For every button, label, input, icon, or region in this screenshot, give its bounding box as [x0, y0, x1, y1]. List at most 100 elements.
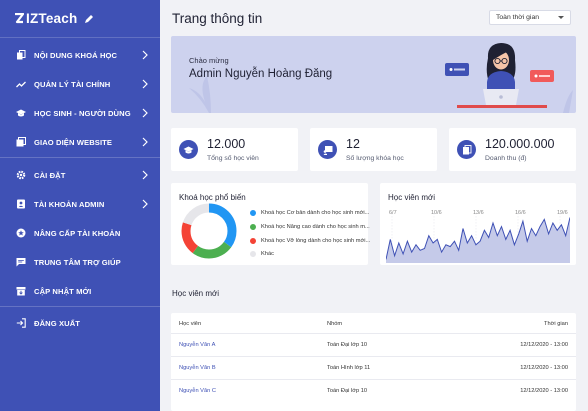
student-group: Toán Đại lớp 10 — [327, 388, 368, 394]
new-students-chart-title: Học viên mới — [388, 193, 436, 202]
document-icon — [462, 144, 471, 154]
legend-item: Khoá học Vỡ lòng dành cho học sinh mới..… — [250, 238, 370, 244]
sidebar-item-label: NÂNG CẤP TÀI KHOẢN — [34, 228, 121, 238]
stat-value: 12 — [346, 137, 360, 151]
sidebar-divider — [0, 306, 160, 307]
gallery-icon — [16, 137, 26, 147]
brand[interactable]: IZTeach — [0, 0, 160, 38]
student-time: 12/12/2020 - 13:00 — [520, 365, 568, 371]
graduation-icon — [183, 146, 194, 153]
sidebar-item-label: CẬP NHẬT MỚI — [34, 286, 92, 296]
chevron-right-icon — [142, 108, 148, 118]
archive-icon — [16, 287, 26, 296]
stat-value: 120.000.000 — [485, 137, 555, 151]
time-range-value: Toàn thời gian — [496, 14, 540, 21]
sidebar-item-upgrade-account[interactable]: NÂNG CẤP TÀI KHOẢN — [0, 221, 160, 245]
sidebar-item-label: TRUNG TÂM TRỢ GIÚP — [34, 257, 121, 267]
x-tick-label: 16/6 — [515, 210, 526, 216]
brand-name: IZTeach — [26, 11, 78, 26]
table-divider — [171, 356, 576, 357]
donut-chart — [181, 203, 237, 259]
sidebar-item-logout[interactable]: ĐĂNG XUẤT — [0, 311, 160, 335]
chevron-right-icon — [142, 50, 148, 60]
student-group: Toán Đại lớp 10 — [327, 342, 368, 348]
legend-label: Khác — [261, 251, 274, 257]
legend-swatch — [250, 224, 256, 230]
legend-item: Khoá học Cơ bản dành cho học sinh mới... — [250, 210, 369, 216]
new-students-table-title: Học viên mới — [172, 289, 220, 298]
legend-label: Khoá học Cơ bản dành cho học sinh mới... — [261, 210, 370, 216]
graduation-icon — [16, 109, 26, 117]
sidebar-item-label: GIAO DIỆN WEBSITE — [34, 137, 113, 147]
sidebar-item-updates[interactable]: CẬP NHẬT MỚI — [0, 279, 160, 303]
sidebar-item-students-users[interactable]: HỌC SINH - NGƯỜI DÙNG — [0, 101, 160, 125]
legend-swatch — [250, 251, 256, 257]
logo-icon — [15, 13, 24, 24]
chevron-right-icon — [142, 79, 148, 89]
trend-icon — [16, 81, 26, 88]
stat-label: Số lượng khóa học — [346, 155, 404, 162]
column-header-time: Thời gian — [544, 321, 568, 327]
legend-swatch — [250, 238, 256, 244]
legend-item: Khoá học Nâng cao dành cho học sinh m... — [250, 224, 370, 230]
sidebar-item-label: HỌC SINH - NGƯỜI DÙNG — [34, 108, 131, 118]
sidebar: IZTeach NỘI DUNG KHOÁ HỌC QUẢN LÝ TÀI CH… — [0, 0, 160, 411]
sidebar-item-label: ĐĂNG XUẤT — [34, 318, 81, 328]
x-tick-label: 19/6 — [557, 210, 568, 216]
stat-badge — [457, 140, 476, 159]
stat-label: Doanh thu (đ) — [485, 155, 527, 162]
chevron-right-icon — [142, 137, 148, 147]
chevron-right-icon — [142, 170, 148, 180]
student-name-link[interactable]: Nguyễn Văn A — [179, 342, 215, 348]
column-header-group: Nhóm — [327, 321, 343, 327]
chevron-right-icon — [142, 199, 148, 209]
stat-card-students: 12.000 Tổng số học viên — [171, 128, 298, 171]
new-students-table: Học viên Nhóm Thời gian Nguyễn Văn A Toá… — [171, 313, 576, 411]
legend-item: Khác — [250, 251, 274, 257]
sidebar-divider — [0, 157, 160, 158]
sidebar-item-label: NỘI DUNG KHOÁ HỌC — [34, 50, 118, 60]
caret-down-icon — [558, 16, 564, 19]
stat-badge — [318, 140, 337, 159]
stat-badge — [179, 140, 198, 159]
welcome-greeting: Chào mừng — [189, 56, 229, 65]
sidebar-item-help-center[interactable]: TRUNG TÂM TRỢ GIÚP — [0, 250, 160, 274]
legend-label: Khoá học Nâng cao dành cho học sinh m... — [261, 224, 370, 230]
sidebar-item-label: TÀI KHOẢN ADMIN — [34, 199, 105, 209]
stat-value: 12.000 — [207, 137, 246, 151]
gear-icon — [16, 170, 26, 180]
student-name-link[interactable]: Nguyễn Văn B — [179, 365, 216, 371]
sidebar-item-finance[interactable]: QUẢN LÝ TÀI CHÍNH — [0, 72, 160, 96]
board-icon — [323, 145, 332, 155]
id-badge-icon — [17, 199, 25, 209]
stat-card-courses: 12 Số lượng khóa học — [310, 128, 437, 171]
sidebar-item-settings[interactable]: CÀI ĐẶT — [0, 163, 160, 187]
x-tick-label: 6/7 — [389, 210, 397, 216]
student-group: Toán Hình lớp 11 — [327, 365, 371, 371]
time-range-select[interactable]: Toàn thời gian — [489, 10, 571, 25]
page-title: Trang thông tin — [172, 11, 263, 26]
sidebar-item-website-theme[interactable]: GIAO DIỆN WEBSITE — [0, 130, 160, 154]
pencil-icon[interactable] — [84, 14, 94, 24]
area-fill — [386, 217, 570, 263]
welcome-banner: Chào mừng Admin Nguyễn Hoàng Đăng — [171, 36, 576, 113]
new-students-chart-card: Học viên mới 6/7 10/6 13/6 16/6 19/6 — [380, 183, 576, 265]
x-tick-label: 10/6 — [431, 210, 442, 216]
chat-icon — [16, 258, 26, 267]
x-tick-label: 13/6 — [473, 210, 484, 216]
area-chart — [386, 213, 570, 263]
sidebar-item-admin-account[interactable]: TÀI KHOẢN ADMIN — [0, 192, 160, 216]
table-divider — [171, 379, 576, 380]
stat-card-revenue: 120.000.000 Doanh thu (đ) — [449, 128, 576, 171]
table-divider — [171, 333, 576, 334]
sidebar-item-label: CÀI ĐẶT — [34, 170, 66, 180]
star-icon — [16, 228, 26, 238]
student-time: 12/12/2020 - 13:00 — [520, 342, 568, 348]
student-time: 12/12/2020 - 13:00 — [520, 388, 568, 394]
sidebar-item-course-content[interactable]: NỘI DUNG KHOÁ HỌC — [0, 43, 160, 67]
student-name-link[interactable]: Nguyễn Văn C — [179, 388, 216, 394]
logout-icon — [16, 318, 26, 328]
sidebar-item-label: QUẢN LÝ TÀI CHÍNH — [34, 79, 111, 89]
legend-label: Khoá học Vỡ lòng dành cho học sinh mới..… — [261, 238, 371, 244]
admin-name: Admin Nguyễn Hoàng Đăng — [189, 68, 333, 80]
